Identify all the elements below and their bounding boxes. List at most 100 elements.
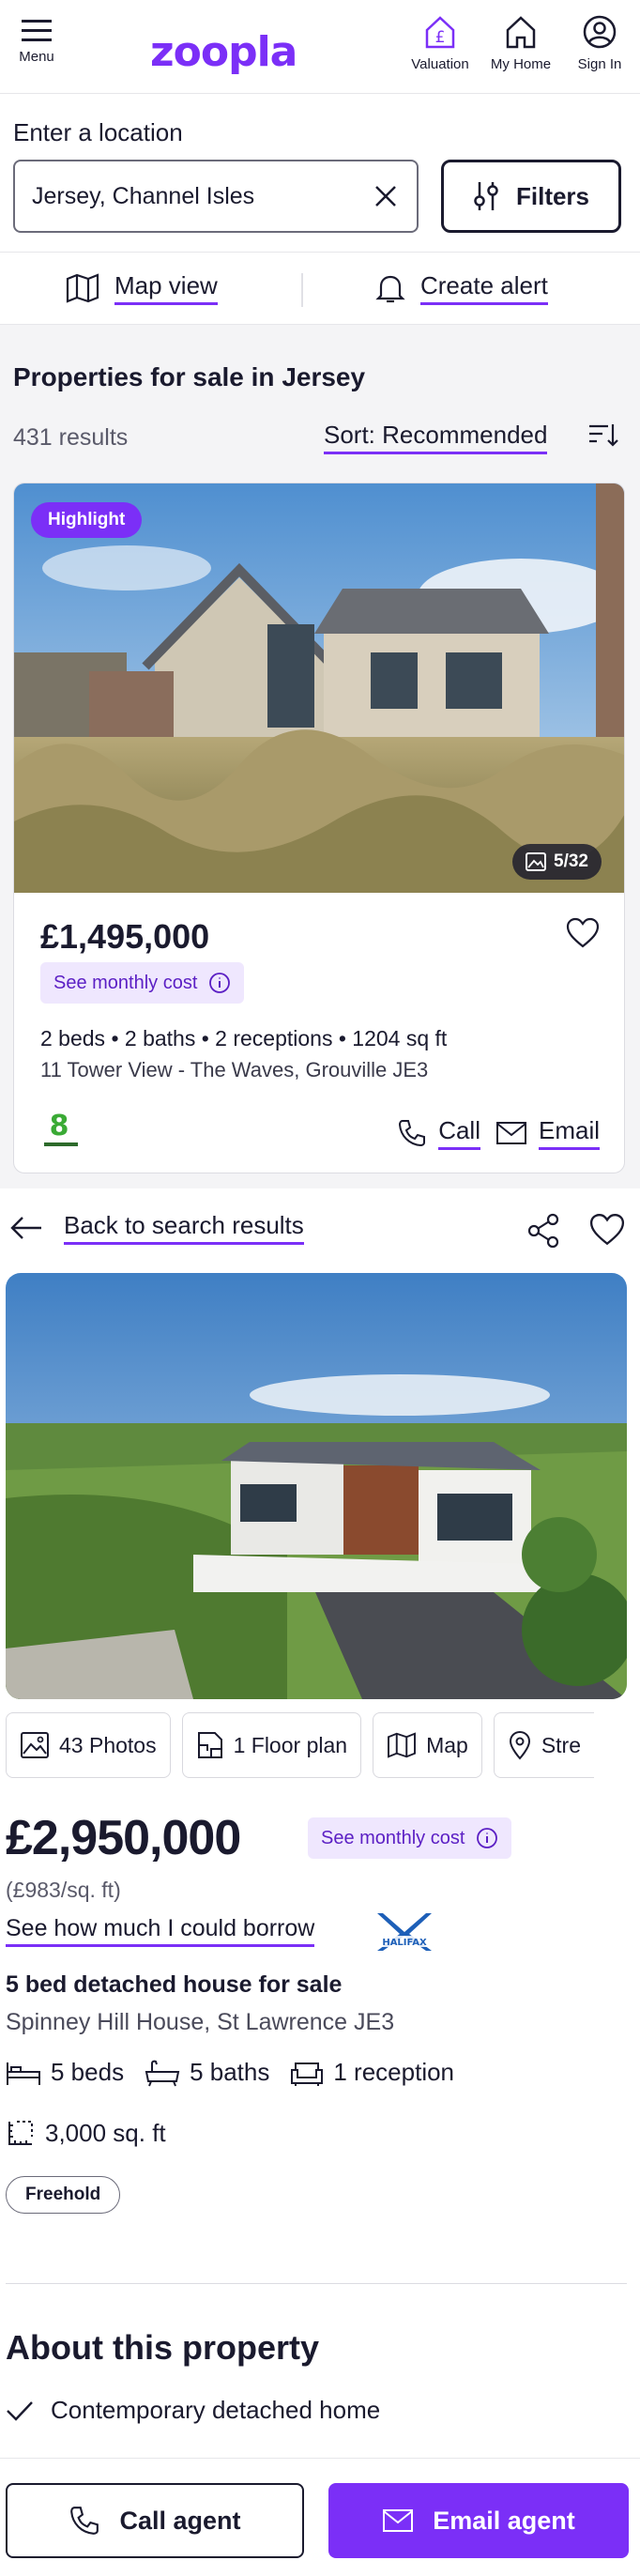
monthly-cost-label: See monthly cost	[53, 972, 198, 993]
location-input[interactable]	[32, 182, 351, 210]
map-label: Map	[426, 1732, 468, 1757]
divider	[6, 2283, 627, 2284]
borrow-link[interactable]: See how much I could borrow	[6, 1915, 315, 1947]
pound-house-icon: £	[425, 16, 455, 49]
location-field[interactable]	[13, 160, 419, 233]
street-view-label: Stre	[541, 1732, 581, 1757]
nav-label: My Home	[490, 56, 552, 72]
monthly-cost-label: See monthly cost	[321, 1827, 465, 1848]
email-agent-label: Email agent	[433, 2506, 575, 2535]
menu-button[interactable]: Menu	[13, 17, 60, 65]
photo-icon	[526, 852, 547, 871]
heart-icon[interactable]	[589, 1213, 625, 1247]
property-address: Spinney Hill House, St Lawrence JE3	[6, 2009, 395, 2035]
about-bullet-text: Contemporary detached home	[51, 2396, 381, 2424]
map-view-button[interactable]: Map view	[66, 271, 218, 305]
property-price: £2,950,000	[6, 1811, 241, 1865]
back-to-results-link[interactable]: Back to search results	[9, 1211, 304, 1245]
street-view-button[interactable]: Stre	[493, 1712, 594, 1778]
call-agent-button[interactable]: Call agent	[6, 2483, 304, 2558]
sofa-icon	[291, 2062, 324, 2086]
monthly-cost-chip[interactable]: See monthly cost	[308, 1817, 512, 1859]
envelope-icon	[383, 2509, 414, 2532]
sort-icon[interactable]	[587, 421, 619, 449]
photos-button[interactable]: 43 Photos	[6, 1712, 171, 1778]
map-icon	[66, 273, 99, 303]
nav-my-home[interactable]: My Home	[482, 13, 559, 72]
media-tabs: 43 Photos 1 Floor plan Map Stre	[6, 1712, 594, 1778]
area-feature: 3,000 sq. ft	[6, 2118, 166, 2148]
highlight-badge: Highlight	[31, 502, 143, 538]
info-icon	[477, 1828, 498, 1848]
floorplan-icon	[197, 1732, 222, 1758]
results-count: 431 results	[13, 424, 129, 451]
reception-feature: 1 reception	[290, 2058, 454, 2087]
listing-card[interactable]: Highlight 5/32 £1,495,000 See monthly co…	[13, 483, 625, 1173]
listing-photo[interactable]: Highlight 5/32	[14, 483, 624, 893]
listing-price: £1,495,000	[40, 917, 210, 956]
share-icon[interactable]	[526, 1213, 561, 1249]
agent-logo[interactable]: 8	[40, 1107, 82, 1152]
nav-valuation[interactable]: £ Valuation	[402, 13, 479, 72]
sliders-icon	[474, 182, 498, 210]
halifax-logo-text: HALIFAX	[382, 1938, 427, 1948]
map-view-label: Map view	[114, 271, 218, 305]
bell-icon	[375, 275, 405, 303]
listing-features: 2 beds • 2 baths • 2 receptions • 1204 s…	[40, 1026, 448, 1050]
call-button[interactable]: Call	[397, 1116, 480, 1150]
phone-icon	[70, 2507, 99, 2535]
home-icon	[506, 16, 536, 49]
nav-label: Valuation	[411, 56, 469, 72]
create-alert-button[interactable]: Create alert	[375, 271, 548, 305]
email-button[interactable]: Email	[495, 1116, 600, 1150]
map-button[interactable]: Map	[373, 1712, 482, 1778]
close-icon[interactable]	[372, 182, 400, 210]
bed-icon	[7, 2062, 40, 2085]
house-photo-illustration	[6, 1273, 627, 1699]
listing-address: 11 Tower View - The Waves, Grouville JE3	[40, 1058, 429, 1081]
back-label: Back to search results	[64, 1211, 304, 1245]
sort-dropdown[interactable]: Sort: Recommended	[324, 421, 548, 454]
call-agent-label: Call agent	[119, 2506, 241, 2535]
heart-icon[interactable]	[566, 917, 600, 949]
top-header: Menu zoopla £ Valuation My Home Sign In	[0, 0, 640, 94]
detail-toolbar: Back to search results	[0, 1188, 640, 1269]
nav-sign-in[interactable]: Sign In	[567, 13, 632, 72]
property-type: 5 bed detached house for sale	[6, 1971, 343, 1998]
beds-feature: 5 beds	[6, 2058, 124, 2087]
zoopla-logo[interactable]: zoopla	[150, 28, 297, 76]
about-bullet: Contemporary detached home	[6, 2396, 380, 2425]
monthly-cost-chip[interactable]: See monthly cost	[40, 962, 245, 1004]
phone-icon	[399, 1120, 426, 1147]
svg-text:8: 8	[50, 1110, 69, 1142]
info-icon	[209, 973, 231, 993]
beds-label: 5 beds	[51, 2058, 125, 2086]
location-label: Enter a location	[13, 118, 183, 146]
baths-feature: 5 baths	[145, 2058, 269, 2087]
price-per-sqft: (£983/sq. ft)	[6, 1878, 121, 1902]
email-agent-button[interactable]: Email agent	[328, 2483, 629, 2558]
photos-label: 43 Photos	[59, 1732, 157, 1757]
arrow-left-icon	[10, 1217, 41, 1239]
contact-footer: Call agent Email agent	[0, 2458, 640, 2576]
property-hero-photo[interactable]	[6, 1273, 627, 1699]
card-contact-actions: Call Email	[397, 1116, 600, 1150]
create-alert-label: Create alert	[420, 271, 548, 305]
floor-plan-label: 1 Floor plan	[233, 1732, 348, 1757]
about-heading: About this property	[6, 2328, 319, 2367]
filters-label: Filters	[515, 181, 590, 210]
area-icon	[8, 2121, 33, 2145]
hamburger-icon	[22, 20, 52, 41]
svg-text:£: £	[435, 28, 446, 47]
results-title: Properties for sale in Jersey	[13, 362, 366, 391]
map-icon	[388, 1732, 417, 1758]
area-label: 3,000 sq. ft	[45, 2118, 166, 2147]
check-icon	[7, 2400, 33, 2421]
baths-label: 5 baths	[190, 2058, 270, 2086]
pin-icon	[509, 1730, 530, 1760]
filters-button[interactable]: Filters	[441, 160, 621, 233]
tenure-badge: Freehold	[6, 2176, 121, 2214]
floor-plan-button[interactable]: 1 Floor plan	[181, 1712, 362, 1778]
user-icon	[583, 15, 617, 49]
envelope-icon	[495, 1122, 526, 1144]
